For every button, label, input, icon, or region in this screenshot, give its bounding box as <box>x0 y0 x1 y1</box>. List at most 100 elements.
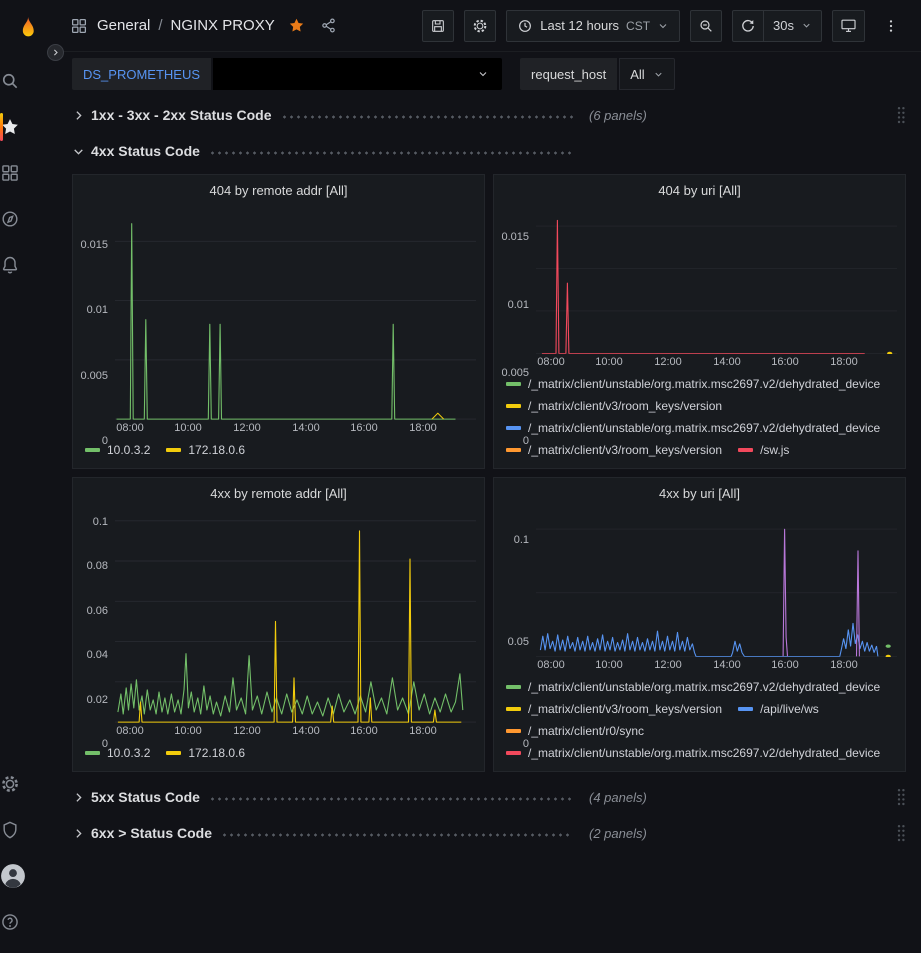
legend-item[interactable]: 10.0.3.2 <box>85 742 150 764</box>
dashboards-grid-icon <box>0 163 20 183</box>
variable-request-host: request_host All <box>520 58 675 90</box>
main-area: General / NGINX PROXY Last 12 hours CST <box>56 0 921 953</box>
shield-icon <box>0 820 20 840</box>
variables-bar: DS_PROMETHEUS request_host All <box>56 52 921 96</box>
breadcrumb-dashboard-title[interactable]: NGINX PROXY <box>171 17 275 34</box>
y-axis: 00.0050.010.015 <box>73 209 115 420</box>
monitor-icon <box>840 17 857 34</box>
topbar-actions: Last 12 hours CST 30s <box>422 10 907 42</box>
y-axis: 00.020.040.060.080.1 <box>73 512 115 723</box>
legend-item[interactable]: /_matrix/client/unstable/org.matrix.msc2… <box>506 417 880 439</box>
dashboard-row-6xx[interactable]: 6xx > Status Code (2 panels) <box>72 818 906 848</box>
legend: /_matrix/client/unstable/org.matrix.msc2… <box>494 371 905 468</box>
sidebar-bottom <box>0 761 56 945</box>
sidebar-item-alerting[interactable] <box>0 242 20 288</box>
sidebar-item-profile[interactable] <box>0 853 26 899</box>
chevron-right-icon <box>72 109 85 122</box>
drag-handle-icon[interactable] <box>896 106 906 124</box>
legend-item[interactable]: /_matrix/client/unstable/org.matrix.msc2… <box>506 676 880 698</box>
x-axis: 08:0010:0012:0014:0016:0018:00 <box>536 354 897 371</box>
legend-item[interactable]: /sw.js <box>738 439 789 461</box>
legend-item[interactable]: /_matrix/client/v3/room_keys/version <box>506 698 722 720</box>
sidebar-item-configuration[interactable] <box>0 761 20 807</box>
legend-item[interactable]: /_matrix/client/v3/room_keys/version <box>506 439 722 461</box>
dashboard-canvas: 1xx - 3xx - 2xx Status Code (6 panels) 4… <box>56 96 921 953</box>
dashboard-row-5xx[interactable]: 5xx Status Code (4 panels) <box>72 782 906 812</box>
dashboard-topbar: General / NGINX PROXY Last 12 hours CST <box>56 0 921 52</box>
dotted-leader <box>209 797 573 801</box>
refresh-group: 30s <box>732 10 822 42</box>
drag-handle-icon[interactable] <box>896 788 906 806</box>
panel-title[interactable]: 404 by uri [All] <box>494 175 905 205</box>
chevron-down-icon <box>477 68 489 80</box>
chart-404-by-remote-addr: 00.0050.010.015 08:0010:0012:0014:0016:0… <box>73 205 484 437</box>
gear-icon <box>0 774 20 794</box>
panel-404-by-uri: 404 by uri [All] 00.0050.010.015 08:0010… <box>493 174 906 469</box>
plot-area[interactable] <box>115 512 476 723</box>
tv-mode-button[interactable] <box>832 10 865 42</box>
legend-item[interactable]: /_matrix/client/v3/room_keys/version <box>506 395 722 417</box>
help-question-icon <box>0 912 20 932</box>
time-range-picker[interactable]: Last 12 hours CST <box>506 10 680 42</box>
row-title: 6xx > Status Code <box>91 825 212 841</box>
kebab-menu-button[interactable] <box>875 10 907 42</box>
user-avatar <box>0 863 26 889</box>
sidebar-item-explore[interactable] <box>0 196 20 242</box>
refresh-button[interactable] <box>732 10 764 42</box>
sidebar-item-dashboards[interactable] <box>0 150 20 196</box>
legend-item[interactable]: /_matrix/client/unstable/org.matrix.msc2… <box>506 742 880 764</box>
panel-4xx-by-remote-addr: 4xx by remote addr [All] 00.020.040.060.… <box>72 477 485 772</box>
x-axis: 08:0010:0012:0014:0016:0018:00 <box>536 657 897 674</box>
panel-title[interactable]: 404 by remote addr [All] <box>73 175 484 205</box>
plot-area[interactable] <box>115 209 476 420</box>
request-host-select[interactable]: All <box>619 58 674 90</box>
save-dashboard-button[interactable] <box>422 10 454 42</box>
star-icon <box>0 117 20 137</box>
plot-area[interactable] <box>536 209 897 354</box>
chart-4xx-by-uri: 00.050.1 08:0010:0012:0014:0016:0018:00 <box>494 508 905 674</box>
dashboard-row-4xx[interactable]: 4xx Status Code <box>72 136 906 166</box>
row-title: 4xx Status Code <box>91 143 200 159</box>
sidebar-item-starred[interactable] <box>0 104 20 150</box>
sidebar <box>0 0 56 953</box>
chevron-down-icon <box>653 69 664 80</box>
panel-title[interactable]: 4xx by uri [All] <box>494 478 905 508</box>
legend-item[interactable]: /api/live/ws <box>738 698 819 720</box>
row-panel-count: (6 panels) <box>589 108 647 123</box>
save-floppy-icon <box>430 18 446 34</box>
row-title: 5xx Status Code <box>91 789 200 805</box>
breadcrumb-folder[interactable]: General <box>97 17 150 34</box>
legend-item[interactable]: 172.18.0.6 <box>166 742 245 764</box>
legend: 10.0.3.2 172.18.0.6 <box>73 740 484 771</box>
sidebar-item-help[interactable] <box>0 899 20 945</box>
refresh-interval-label: 30s <box>773 18 794 33</box>
x-axis: 08:0010:0012:0014:0016:0018:00 <box>115 723 476 740</box>
breadcrumb-separator: / <box>158 17 162 34</box>
y-axis: 00.050.1 <box>494 512 536 657</box>
chevron-right-icon <box>72 827 85 840</box>
apps-grid-icon <box>70 17 88 35</box>
refresh-icon <box>740 18 756 34</box>
time-range-label: Last 12 hours <box>540 18 619 33</box>
refresh-interval-picker[interactable]: 30s <box>764 10 822 42</box>
share-icon[interactable] <box>320 17 337 34</box>
time-zone-label: CST <box>626 19 650 33</box>
zoom-out-button[interactable] <box>690 10 722 42</box>
legend-item[interactable]: 10.0.3.2 <box>85 439 150 461</box>
panel-title[interactable]: 4xx by remote addr [All] <box>73 478 484 508</box>
panel-404-by-remote-addr: 404 by remote addr [All] 00.0050.010.015… <box>72 174 485 469</box>
dashboard-row-1xx-3xx-2xx[interactable]: 1xx - 3xx - 2xx Status Code (6 panels) <box>72 100 906 130</box>
legend-item[interactable]: 172.18.0.6 <box>166 439 245 461</box>
legend: /_matrix/client/unstable/org.matrix.msc2… <box>494 674 905 771</box>
plot-area[interactable] <box>536 512 897 657</box>
drag-handle-icon[interactable] <box>896 824 906 842</box>
sidebar-item-server-admin[interactable] <box>0 807 20 853</box>
dashboard-settings-button[interactable] <box>464 10 496 42</box>
datasource-select[interactable] <box>213 58 502 90</box>
sidebar-expand-button[interactable] <box>47 44 64 61</box>
clock-icon <box>517 18 533 34</box>
x-axis: 08:0010:0012:0014:0016:0018:00 <box>115 420 476 437</box>
favorite-star-icon[interactable] <box>288 17 305 34</box>
legend-item[interactable]: /_matrix/client/unstable/org.matrix.msc2… <box>506 373 880 395</box>
sidebar-item-search[interactable] <box>0 58 20 104</box>
